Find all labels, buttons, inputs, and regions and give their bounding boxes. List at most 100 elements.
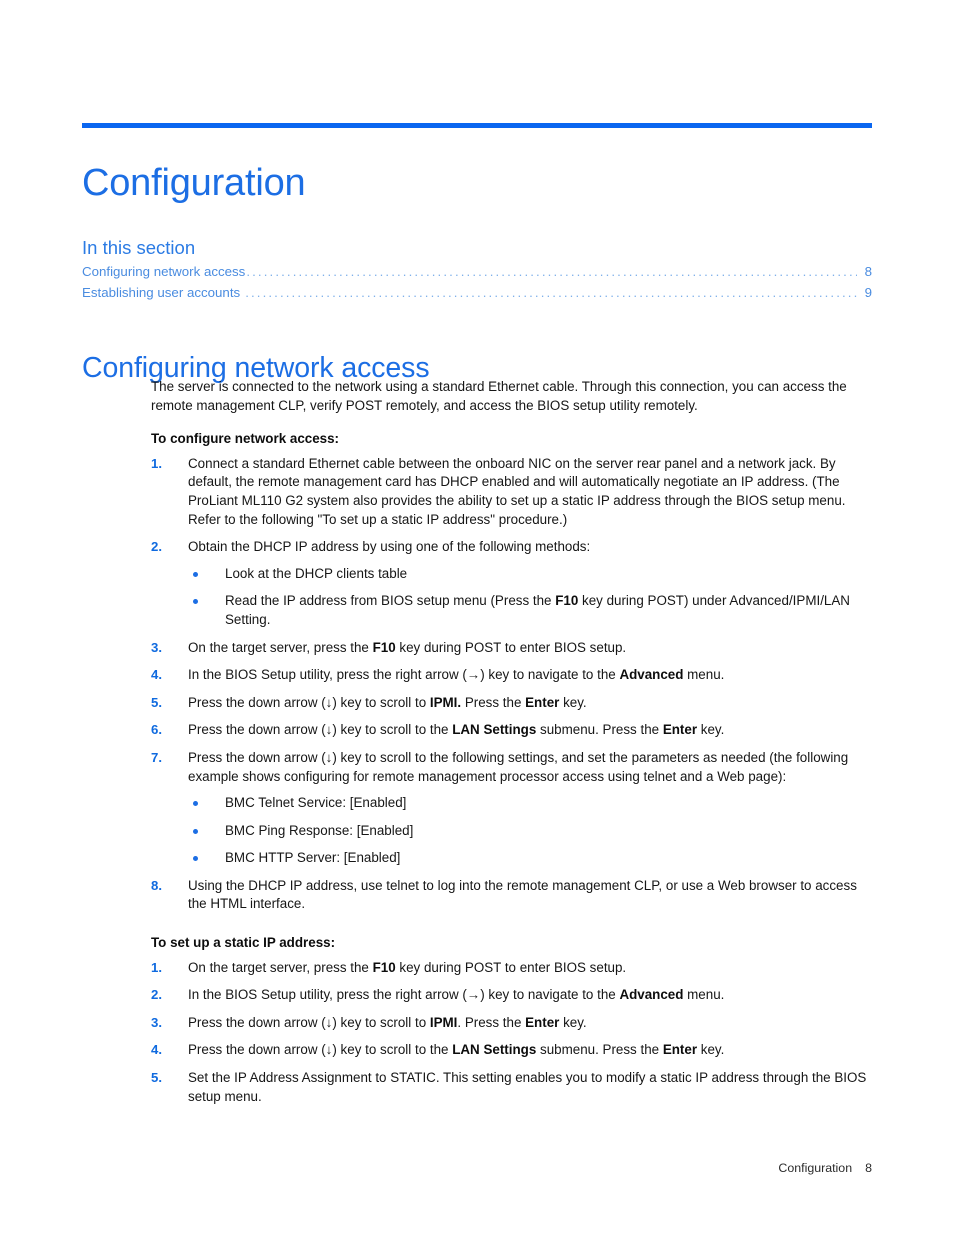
toc-entry-page: 9 <box>864 284 872 300</box>
step-number: 4. <box>151 1042 162 1058</box>
step-number: 1. <box>151 959 162 975</box>
emphasis-text: F10 <box>372 639 396 655</box>
procedure-b-heading: To set up a static IP address: <box>151 935 336 951</box>
procedure-step: 2. In the BIOS Setup utility, press the r… <box>151 986 872 1005</box>
step-text: key during POST to enter BIOS setup. <box>395 639 627 655</box>
toc-dot-leader: ........................................… <box>246 264 857 280</box>
step-bullet-list: BMC Telnet Service: [Enabled] BMC Ping Re… <box>188 794 872 868</box>
bullet-text: Read the IP address from BIOS setup menu… <box>225 593 850 627</box>
step-body: Using the DHCP IP address, use telnet to… <box>188 878 857 912</box>
toc-entry-label: Establishing user accounts <box>82 284 241 300</box>
procedure-step: 5. Press the down arrow (↓) key to scroll… <box>151 694 872 713</box>
procedure-b-steps: 1. On the target server, press the F10 ke… <box>151 959 872 1107</box>
step-number: 6. <box>151 722 162 738</box>
bullet-dot-icon <box>193 828 198 834</box>
step-text: Set the IP Address Assignment to STATIC.… <box>188 1070 867 1104</box>
procedure-a-steps: 1. Connect a standard Ethernet cable betw… <box>151 455 872 914</box>
step-text: menu. <box>683 667 725 683</box>
emphasis-text: Enter <box>525 1014 560 1030</box>
step-body: Press the down arrow (↓) key to scroll t… <box>188 722 724 737</box>
emphasis-text: Enter <box>662 722 698 738</box>
step-text: Press the down arrow (↓) key to scroll t… <box>188 1042 453 1058</box>
emphasis-text: F10 <box>372 959 396 975</box>
procedure-a-heading: To configure network access: <box>151 431 340 447</box>
step-number: 1. <box>151 455 162 471</box>
step-text: Look at the DHCP clients table <box>225 565 408 581</box>
procedure-step: 5. Set the IP Address Assignment to STATI… <box>151 1069 872 1106</box>
procedure-step: 4. In the BIOS Setup utility, press the r… <box>151 666 872 685</box>
step-text: Read the IP address from BIOS setup menu… <box>225 593 556 609</box>
emphasis-text: LAN Settings <box>452 1042 537 1058</box>
body-column: The server is connected to the network u… <box>151 378 872 1106</box>
emphasis-text: IPMI <box>429 1014 458 1030</box>
step-number: 3. <box>151 639 162 655</box>
step-body: Connect a standard Ethernet cable betwee… <box>188 456 846 527</box>
step-text: submenu. Press the <box>536 1042 663 1058</box>
step-text: menu. <box>683 987 725 1003</box>
step-text: On the target server, press the <box>188 639 373 655</box>
bullet-dot-icon <box>193 801 198 807</box>
toc-list: Configuring network access..............… <box>82 262 872 303</box>
step-text: Press the down arrow (↓) key to scroll t… <box>188 1014 430 1030</box>
emphasis-text: Advanced <box>619 987 684 1003</box>
step-text: In the BIOS Setup utility, press the rig… <box>188 987 620 1003</box>
step-text: key. <box>559 1014 587 1030</box>
procedure-step: 3. Press the down arrow (↓) key to scroll… <box>151 1014 872 1033</box>
step-body: In the BIOS Setup utility, press the rig… <box>188 667 724 682</box>
step-number: 5. <box>151 1070 162 1086</box>
procedure-step: 4. Press the down arrow (↓) key to scroll… <box>151 1041 872 1060</box>
step-number: 7. <box>151 749 162 765</box>
step-text: Connect a standard Ethernet cable betwee… <box>188 455 846 527</box>
step-number: 3. <box>151 1014 162 1030</box>
step-text: Using the DHCP IP address, use telnet to… <box>188 877 857 912</box>
section-intro-paragraph: The server is connected to the network u… <box>151 379 847 413</box>
toc-entry-page: 8 <box>864 264 872 280</box>
procedure-step: 2. Obtain the DHCP IP address by using on… <box>151 538 872 629</box>
toc-entry[interactable]: Establishing user accounts..............… <box>82 283 872 304</box>
emphasis-text: Advanced <box>619 667 684 683</box>
footer-page-number: 8 <box>865 1161 872 1175</box>
step-text: key during POST to enter BIOS setup. <box>395 959 627 975</box>
bullet-dot-icon <box>193 571 198 577</box>
procedure-step: 6. Press the down arrow (↓) key to scroll… <box>151 721 872 740</box>
step-body: Set the IP Address Assignment to STATIC.… <box>188 1070 866 1104</box>
page-footer: Configuration 8 <box>82 1160 872 1176</box>
step-text: submenu. Press the <box>536 722 663 738</box>
step-body: Press the down arrow (↓) key to scroll t… <box>188 1015 587 1030</box>
step-body: On the target server, press the F10 key … <box>188 960 626 975</box>
list-item: Read the IP address from BIOS setup menu… <box>188 592 872 629</box>
step-text: Press the <box>461 694 526 710</box>
step-number: 5. <box>151 694 162 710</box>
step-body: Press the down arrow (↓) key to scroll t… <box>188 695 587 710</box>
list-item: BMC Telnet Service: [Enabled] <box>188 794 872 813</box>
step-text: Press the down arrow (↓) key to scroll t… <box>188 749 849 784</box>
emphasis-text: F10 <box>555 593 579 609</box>
page-title: Configuration <box>82 162 306 205</box>
step-body: On the target server, press the F10 key … <box>188 640 626 655</box>
toc-entry[interactable]: Configuring network access..............… <box>82 262 872 283</box>
list-item: BMC Ping Response: [Enabled] <box>188 822 872 841</box>
step-body: In the BIOS Setup utility, press the rig… <box>188 987 724 1002</box>
bullet-dot-icon <box>193 599 198 605</box>
in-this-section-block: In this section Configuring network acce… <box>82 236 872 303</box>
step-text: key. <box>559 694 587 710</box>
procedure-step: 3. On the target server, press the F10 ke… <box>151 639 872 658</box>
procedure-step: 1. On the target server, press the F10 ke… <box>151 959 872 978</box>
bullet-dot-icon <box>193 856 198 862</box>
emphasis-text: Enter <box>525 694 560 710</box>
step-text: Press the down arrow (↓) key to scroll t… <box>188 722 453 738</box>
step-text: key. <box>697 1042 725 1058</box>
step-text: BMC Telnet Service: [Enabled] <box>225 795 407 811</box>
step-text: On the target server, press the <box>188 959 373 975</box>
procedure-step: 1. Connect a standard Ethernet cable betw… <box>151 455 872 529</box>
bullet-text: Look at the DHCP clients table <box>225 566 407 581</box>
step-text: Obtain the DHCP IP address by using one … <box>188 539 591 555</box>
step-number: 2. <box>151 987 162 1003</box>
emphasis-text: Enter <box>662 1042 698 1058</box>
step-text: . Press the <box>457 1014 526 1030</box>
step-body: Press the down arrow (↓) key to scroll t… <box>188 1042 724 1057</box>
step-number: 8. <box>151 877 162 893</box>
bullet-text: BMC HTTP Server: [Enabled] <box>225 850 400 865</box>
step-text: Press the down arrow (↓) key to scroll t… <box>188 694 430 710</box>
step-number: 4. <box>151 667 162 683</box>
